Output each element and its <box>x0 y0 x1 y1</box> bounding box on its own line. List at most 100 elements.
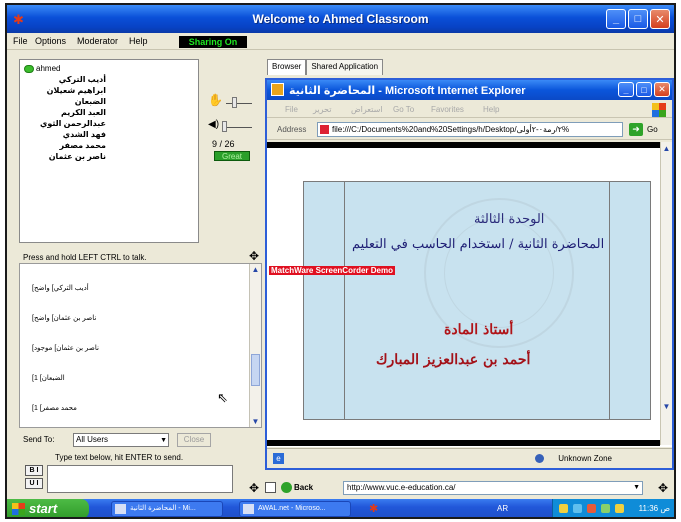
go-button[interactable]: Go <box>647 125 658 134</box>
security-icon[interactable] <box>601 504 610 513</box>
taskbar-item-label: AWAL.net - Microso... <box>258 505 326 512</box>
chevron-down-icon[interactable]: ▼ <box>633 482 640 494</box>
user-item[interactable]: العبد الكريم <box>36 108 106 117</box>
ie-page-status-icon: e <box>273 453 284 464</box>
go-arrow-icon[interactable]: ➜ <box>629 123 643 136</box>
menu-moderator[interactable]: Moderator <box>77 36 118 46</box>
menu-file[interactable]: File <box>13 36 28 46</box>
taskbar-item[interactable]: المحاضرة الثانية - Mi... <box>111 501 223 517</box>
user-item[interactable]: محمد مصفر <box>36 141 107 150</box>
network-icon[interactable] <box>559 504 568 513</box>
classroom-window: ✱ Welcome to Ahmed Classroom _ □ ✕ File … <box>5 3 676 519</box>
ie-close-button[interactable]: ✕ <box>654 82 670 97</box>
windows-logo-icon <box>12 503 25 515</box>
menu-help[interactable]: Help <box>129 36 148 46</box>
close-chat-button[interactable]: Close <box>177 433 211 447</box>
tray-app-icon[interactable] <box>615 504 624 513</box>
ie-menu-bar: File تحرير استعراض Go To Favorites Help <box>267 102 672 118</box>
user-item[interactable]: ابراهيم شعيلان <box>36 86 106 95</box>
move-icon[interactable]: ✥ <box>658 481 668 495</box>
move-icon[interactable]: ✥ <box>249 481 259 495</box>
user-item[interactable]: فهد الشدي <box>36 130 106 139</box>
menu-options[interactable]: Options <box>35 36 66 46</box>
chat-message: محمد مصفر] 1] <box>32 405 77 412</box>
title-bar[interactable]: ✱ Welcome to Ahmed Classroom _ □ ✕ <box>7 5 674 33</box>
start-button[interactable]: start <box>7 499 89 517</box>
user-item[interactable]: ناصر بن عثمان <box>36 152 106 161</box>
chat-scrollbar[interactable]: ▲ ▼ <box>249 264 261 427</box>
back-button[interactable]: Back <box>281 482 313 493</box>
slide-professor-label: أستاذ المادة <box>444 322 514 338</box>
taskbar-item[interactable]: AWAL.net - Microso... <box>239 501 351 517</box>
ie-status-bar: e Unknown Zone <box>267 448 672 468</box>
ie-icon <box>243 504 254 514</box>
bold-button[interactable]: B I <box>25 465 43 476</box>
ie-maximize-button[interactable]: □ <box>636 82 652 97</box>
app-icon[interactable]: ✱ <box>369 502 378 515</box>
back-arrow-icon <box>281 482 292 493</box>
university-seal-inner <box>444 218 554 328</box>
menu-bar: File Options Moderator Help Sharing On <box>7 33 674 50</box>
refresh-icon[interactable] <box>265 482 276 493</box>
hand-icon[interactable]: ✋ <box>208 93 223 107</box>
ie-menu-help[interactable]: Help <box>483 105 499 114</box>
online-icon <box>24 64 34 73</box>
ie-minimize-button[interactable]: _ <box>618 82 634 97</box>
chat-message: الضبعان] 1] <box>32 375 65 382</box>
underline-button[interactable]: U I <box>25 478 43 489</box>
speaker-icon[interactable]: ◀) <box>208 119 219 130</box>
alert-icon[interactable] <box>587 504 596 513</box>
message-input[interactable] <box>47 465 233 493</box>
windows-logo-icon <box>652 103 666 117</box>
ie-menu-view[interactable]: استعراض <box>351 105 383 114</box>
scroll-up-icon[interactable]: ▲ <box>661 144 672 153</box>
volume-slider-knob[interactable] <box>222 121 227 132</box>
chat-message: أديب التركي] واضح] <box>32 285 89 292</box>
tab-shared-application[interactable]: Shared Application <box>306 59 384 75</box>
user-list[interactable]: ahmed أديب التركي ابراهيم شعيلان الضبعان… <box>19 59 199 243</box>
ie-page-content: الوحدة الثالثة المحاضرة الثانية / استخدا… <box>267 142 672 447</box>
globe-icon <box>535 454 544 463</box>
user-item[interactable]: عبدالرحمن الثوي <box>36 119 106 128</box>
ie-title-bar[interactable]: المحاضرة الثانية - Microsoft Internet Ex… <box>267 80 672 100</box>
tab-browser[interactable]: Browser <box>267 59 307 75</box>
page-icon <box>320 125 329 134</box>
lecture-slide: الوحدة الثالثة المحاضرة الثانية / استخدا… <box>303 181 651 420</box>
scroll-up-icon[interactable]: ▲ <box>250 264 261 275</box>
maximize-button[interactable]: □ <box>628 9 648 29</box>
ie-menu-goto[interactable]: Go To <box>393 105 414 114</box>
sharing-status: Sharing On <box>179 36 247 48</box>
ie-window-controls: _ □ ✕ <box>618 82 670 97</box>
window-title: Welcome to Ahmed Classroom <box>252 12 429 26</box>
bottom-divider <box>267 440 660 446</box>
close-button[interactable]: ✕ <box>650 9 670 29</box>
nav-url-input[interactable]: http://www.vuc.e-education.ca/ ▼ <box>343 481 643 495</box>
user-item[interactable]: أديب التركي <box>36 75 106 84</box>
user-counter: 9 / 26 <box>212 139 235 149</box>
slide-unit-title: الوحدة الثالثة <box>474 212 545 227</box>
system-tray: 11:36 ص <box>552 499 674 517</box>
chat-message: ناصر بن عثمان] واضح] <box>32 315 97 322</box>
send-target-select[interactable]: All Users ▼ <box>73 433 169 447</box>
speaker-tray-icon[interactable] <box>573 504 582 513</box>
window-controls: _ □ ✕ <box>606 9 670 29</box>
ie-menu-edit[interactable]: تحرير <box>313 105 331 114</box>
back-label: Back <box>294 483 314 492</box>
minimize-button[interactable]: _ <box>606 9 626 29</box>
move-icon[interactable]: ✥ <box>249 249 259 263</box>
address-label: Address <box>277 125 307 134</box>
ie-scrollbar[interactable]: ▲ ▼ <box>660 142 672 445</box>
mic-slider-knob[interactable] <box>232 97 237 108</box>
ie-menu-file[interactable]: File <box>285 105 298 114</box>
language-indicator[interactable]: AR <box>497 504 508 513</box>
ie-menu-favorites[interactable]: Favorites <box>431 105 464 114</box>
user-item[interactable]: الضبعان <box>36 97 106 106</box>
scroll-down-icon[interactable]: ▼ <box>661 402 672 411</box>
scroll-down-icon[interactable]: ▼ <box>250 416 261 427</box>
scroll-thumb[interactable] <box>251 354 260 386</box>
slide-left-line <box>344 182 345 419</box>
address-input[interactable]: file:///C:/Documents%20and%20Settings/h/… <box>317 122 623 137</box>
user-name: ahmed <box>36 64 61 73</box>
nav-url-value: http://www.vuc.e-education.ca/ <box>347 483 456 492</box>
user-item[interactable]: ahmed <box>24 64 60 73</box>
